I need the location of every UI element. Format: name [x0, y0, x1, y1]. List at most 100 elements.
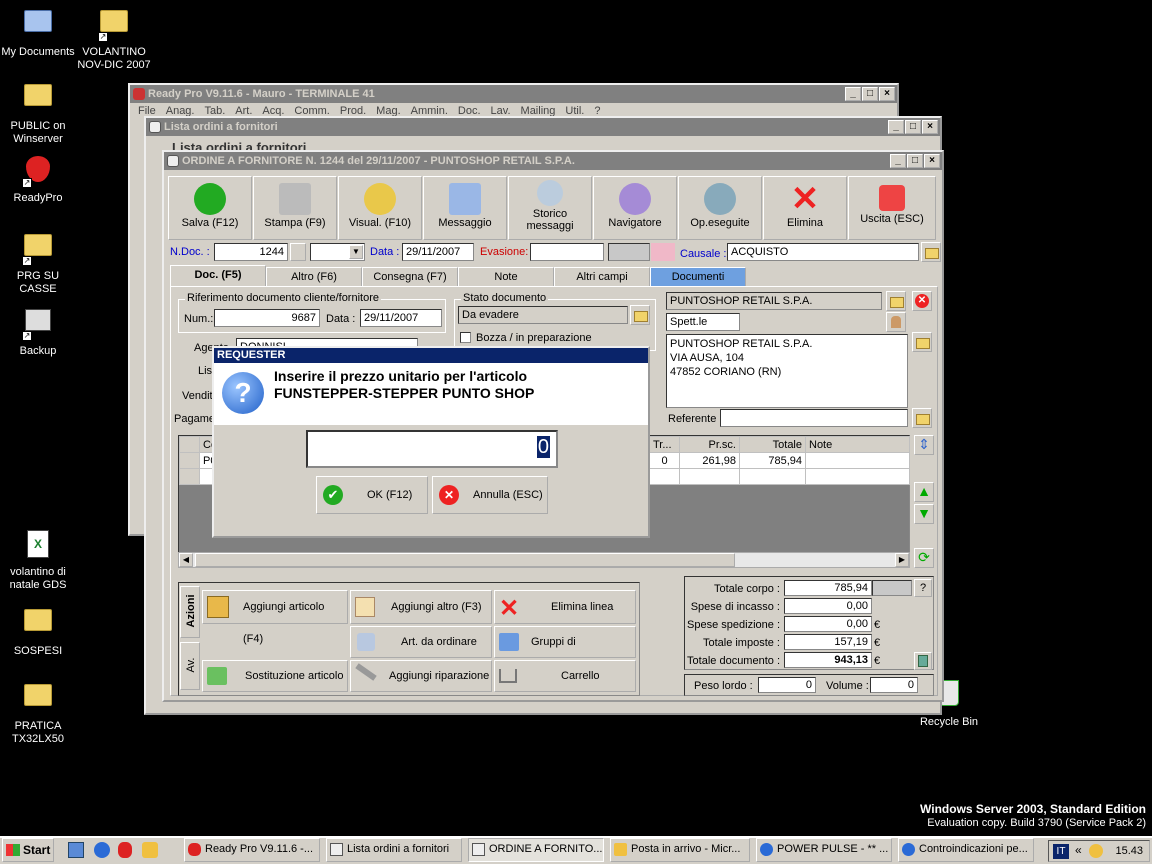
- tab-note[interactable]: Note: [458, 267, 554, 287]
- column-header-note[interactable]: Note: [805, 436, 910, 453]
- referente-folder-button[interactable]: [912, 408, 932, 428]
- cart-button[interactable]: Carrello: [494, 660, 636, 692]
- start-button[interactable]: Start: [2, 838, 54, 862]
- tab-altro[interactable]: Altro (F6): [266, 267, 362, 287]
- move-row-button[interactable]: ⇕: [914, 435, 934, 455]
- add-article-button[interactable]: Aggiungi articolo (F4): [202, 590, 348, 645]
- add-repair-button[interactable]: Aggiungi riparazione: [350, 660, 492, 692]
- price-input[interactable]: 0: [306, 430, 558, 468]
- tab-doc[interactable]: Doc. (F5): [170, 265, 266, 287]
- scroll-right-arrow[interactable]: ▶: [895, 553, 909, 567]
- maximize-button[interactable]: □: [905, 120, 921, 134]
- taskbar-item-readypro[interactable]: Ready Pro V9.11.6 -...: [184, 838, 320, 862]
- minimize-button[interactable]: _: [845, 87, 861, 101]
- ndoc-lookup-button[interactable]: [290, 243, 306, 261]
- exit-button[interactable]: Uscita (ESC): [848, 176, 936, 240]
- causale-field[interactable]: ACQUISTO: [727, 243, 919, 261]
- message-history-button[interactable]: Storico messaggi: [508, 176, 592, 240]
- cancel-button[interactable]: ✕ Annulla (ESC): [432, 476, 548, 514]
- row-selector[interactable]: [179, 452, 200, 469]
- message-button[interactable]: Messaggio: [423, 176, 507, 240]
- strawberry-icon[interactable]: [118, 842, 132, 858]
- contact-person-button[interactable]: [886, 312, 906, 332]
- main-window-titlebar[interactable]: Ready Pro V9.11.6 - Mauro - TERMINALE 41…: [130, 85, 897, 103]
- move-up-button[interactable]: ▲: [914, 482, 934, 502]
- desktop-icon-backup[interactable]: ↗ Backup: [0, 303, 76, 358]
- ref-date-field[interactable]: 29/11/2007: [360, 309, 442, 327]
- tray-expand-icon[interactable]: «: [1075, 843, 1082, 857]
- move-down-button[interactable]: ▼: [914, 504, 934, 524]
- articles-to-order-button[interactable]: Art. da ordinare: [350, 626, 492, 658]
- address-folder-button[interactable]: [912, 332, 932, 352]
- grid-horizontal-scrollbar[interactable]: ◀ ▶: [178, 552, 910, 568]
- insert-groups-button[interactable]: Gruppi di inserimento: [494, 626, 636, 678]
- column-header-tr[interactable]: Tr...: [649, 436, 680, 453]
- column-header-total[interactable]: Totale: [739, 436, 806, 453]
- av-tab[interactable]: Av.: [180, 642, 200, 690]
- help-button[interactable]: ?: [914, 579, 932, 597]
- tab-altri-campi[interactable]: Altri campi: [554, 267, 650, 287]
- requester-dialog[interactable]: REQUESTER ? Inserire il prezzo unitario …: [212, 346, 650, 538]
- gross-weight-field[interactable]: 0: [758, 677, 816, 693]
- taskbar-item-controindicazioni[interactable]: Controindicazioni pe...: [898, 838, 1034, 862]
- print-button[interactable]: Stampa (F9): [253, 176, 337, 240]
- language-indicator[interactable]: IT: [1053, 844, 1069, 859]
- date-field[interactable]: 29/11/2007: [402, 243, 474, 261]
- taskbar-item-order[interactable]: ORDINE A FORNITO...: [468, 838, 604, 862]
- desktop-icon-public[interactable]: PUBLIC on Winserver: [0, 78, 76, 146]
- show-desktop-icon[interactable]: [68, 842, 84, 858]
- minimize-button[interactable]: _: [890, 154, 906, 168]
- causale-folder-button[interactable]: [921, 242, 941, 262]
- calculator-button[interactable]: [914, 652, 932, 670]
- spett-field[interactable]: Spett.le: [666, 313, 740, 331]
- delete-line-button[interactable]: ✕ Elimina linea: [494, 590, 636, 624]
- desktop-icon-pratica[interactable]: PRATICA TX32LX50: [0, 678, 76, 746]
- bozza-checkbox[interactable]: [460, 332, 471, 343]
- clock[interactable]: 15.43: [1115, 845, 1143, 857]
- ok-button[interactable]: ✔ OK (F12): [316, 476, 428, 514]
- order-window-titlebar[interactable]: ORDINE A FORNITORE N. 1244 del 29/11/200…: [164, 152, 942, 170]
- preview-button[interactable]: Visual. (F10): [338, 176, 422, 240]
- maximize-button[interactable]: □: [862, 87, 878, 101]
- referente-field[interactable]: [720, 409, 908, 427]
- cell-note[interactable]: [805, 452, 910, 469]
- supplier-clear-button[interactable]: ✕: [912, 291, 932, 311]
- operations-button[interactable]: Op.eseguite: [678, 176, 762, 240]
- replace-article-button[interactable]: Sostituzione articolo: [202, 660, 348, 692]
- supplier-folder-button[interactable]: [886, 291, 906, 311]
- desktop-icon-volantino-natale[interactable]: X volantino di natale GDS: [0, 528, 76, 592]
- taskbar-item-inbox[interactable]: Posta in arrivo - Micr...: [610, 838, 750, 862]
- scroll-left-arrow[interactable]: ◀: [179, 553, 193, 567]
- status-folder-button[interactable]: [630, 305, 650, 325]
- taskbar-item-power-pulse[interactable]: POWER PULSE - ** ...: [756, 838, 892, 862]
- ndoc-field[interactable]: 1244: [214, 243, 288, 261]
- num-field[interactable]: 9687: [214, 309, 320, 327]
- refresh-button[interactable]: ⟳: [914, 548, 934, 568]
- desktop-icon-prg-su-casse[interactable]: ↗ PRG SU CASSE: [0, 228, 76, 296]
- evasione-field[interactable]: [530, 243, 604, 261]
- cell-total[interactable]: 785,94: [739, 452, 806, 469]
- internet-explorer-icon[interactable]: [94, 842, 110, 858]
- series-select[interactable]: ▼: [310, 243, 365, 261]
- shipping-fees-value[interactable]: 0,00: [784, 616, 872, 632]
- outlook-tray-icon[interactable]: [1089, 844, 1103, 858]
- row-selector[interactable]: [179, 468, 200, 485]
- taskbar-item-order-list[interactable]: Lista ordini a fornitori: [326, 838, 462, 862]
- tab-documenti[interactable]: Documenti: [650, 267, 746, 287]
- desktop-icon-my-documents[interactable]: My Documents: [0, 4, 76, 59]
- dialog-title[interactable]: REQUESTER: [214, 348, 648, 363]
- close-button[interactable]: ×: [922, 120, 938, 134]
- desktop-icon-volantino[interactable]: ↗ VOLANTINO NOV-DIC 2007: [76, 4, 152, 72]
- save-button[interactable]: Salva (F12): [168, 176, 252, 240]
- navigator-button[interactable]: Navigatore: [593, 176, 677, 240]
- close-button[interactable]: ×: [879, 87, 895, 101]
- column-header-price[interactable]: Pr.sc.: [679, 436, 740, 453]
- desktop-icon-readypro[interactable]: ↗ ReadyPro: [0, 153, 76, 205]
- cell-tr[interactable]: 0: [649, 452, 680, 469]
- cell-price[interactable]: 261,98: [679, 452, 740, 469]
- close-button[interactable]: ×: [924, 154, 940, 168]
- tab-consegna[interactable]: Consegna (F7): [362, 267, 458, 287]
- evasione-extra-field[interactable]: [608, 243, 650, 261]
- outlook-icon[interactable]: [142, 842, 158, 858]
- actions-tab[interactable]: Azioni: [180, 586, 200, 638]
